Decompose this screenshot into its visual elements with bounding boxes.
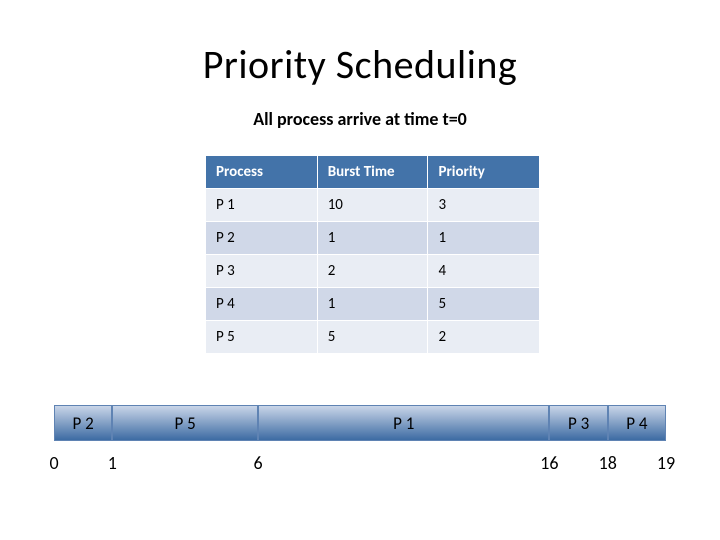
cell-process: P 4	[206, 288, 318, 321]
cell-priority: 1	[428, 222, 540, 255]
table-row: P 2 1 1	[206, 222, 540, 255]
cell-burst: 1	[317, 222, 428, 255]
gantt-segment: P 4	[608, 405, 666, 441]
cell-priority: 2	[428, 321, 540, 354]
table-row: P 4 1 5	[206, 288, 540, 321]
gantt-tick-label: 19	[657, 452, 675, 474]
gantt-tick-label: 18	[599, 452, 617, 474]
gantt-segment: P 2	[54, 405, 112, 441]
cell-priority: 5	[428, 288, 540, 321]
page-title: Priority Scheduling	[0, 40, 720, 89]
cell-process: P 3	[206, 255, 318, 288]
table-row: P 1 10 3	[206, 189, 540, 222]
gantt-tick-label: 0	[49, 452, 58, 474]
cell-burst: 2	[317, 255, 428, 288]
gantt-segment: P 1	[258, 405, 549, 441]
cell-priority: 4	[428, 255, 540, 288]
page-subtitle: All process arrive at time t=0	[0, 108, 720, 130]
gantt-tick-label: 1	[108, 452, 117, 474]
slide: Priority Scheduling All process arrive a…	[0, 0, 720, 540]
cell-burst: 1	[317, 288, 428, 321]
col-header-burst: Burst Time	[317, 156, 428, 189]
gantt-chart: P 2P 5P 1P 3P 4	[54, 405, 666, 441]
table-header-row: Process Burst Time Priority	[206, 156, 540, 189]
cell-priority: 3	[428, 189, 540, 222]
cell-process: P 1	[206, 189, 318, 222]
cell-burst: 10	[317, 189, 428, 222]
process-table: Process Burst Time Priority P 1 10 3 P 2…	[205, 155, 540, 354]
gantt-tick-label: 16	[540, 452, 558, 474]
gantt-tick-label: 6	[253, 452, 262, 474]
gantt-segment: P 3	[549, 405, 607, 441]
cell-process: P 2	[206, 222, 318, 255]
table-row: P 3 2 4	[206, 255, 540, 288]
table-row: P 5 5 2	[206, 321, 540, 354]
col-header-process: Process	[206, 156, 318, 189]
col-header-priority: Priority	[428, 156, 540, 189]
gantt-axis: 016161819	[54, 452, 666, 476]
cell-process: P 5	[206, 321, 318, 354]
cell-burst: 5	[317, 321, 428, 354]
gantt-segment: P 5	[112, 405, 258, 441]
